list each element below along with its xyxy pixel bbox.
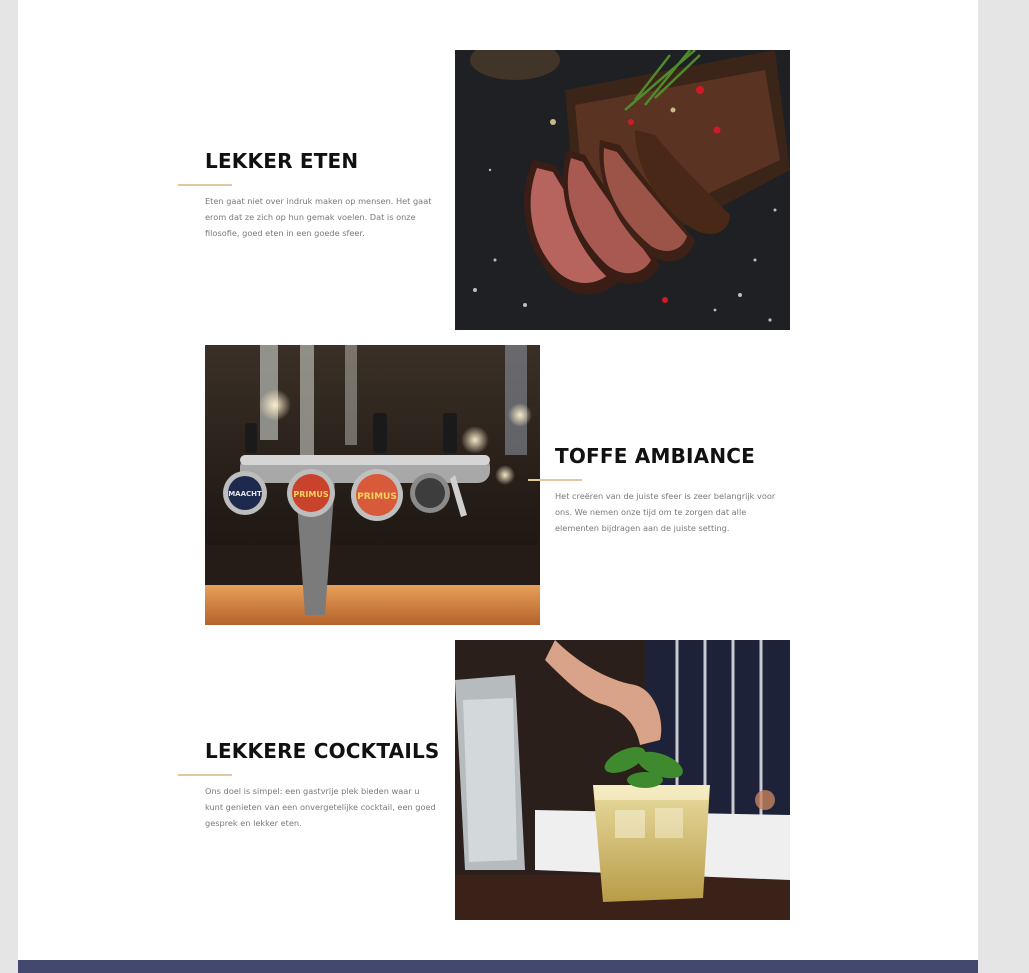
tap-label: MAACHT bbox=[228, 490, 262, 498]
accent-divider bbox=[178, 184, 232, 186]
accent-divider bbox=[528, 479, 582, 481]
section-title: TOFFE AMBIANCE bbox=[555, 444, 756, 468]
footer-bar bbox=[18, 960, 978, 973]
tap-label: PRIMUS bbox=[293, 490, 328, 499]
steak-photo bbox=[455, 50, 790, 330]
cocktail-photo bbox=[455, 640, 790, 920]
tap-label: PRIMUS bbox=[357, 492, 397, 502]
accent-divider bbox=[178, 774, 232, 776]
section-description: Het creëren van de juiste sfeer is zeer … bbox=[555, 491, 776, 534]
section-description: Ons doel is simpel: een gastvrije plek b… bbox=[205, 786, 436, 829]
section-title: LEKKER ETEN bbox=[205, 149, 359, 173]
section-title: LEKKERE COCKTAILS bbox=[205, 739, 440, 763]
section-description: Eten gaat niet over indruk maken op mens… bbox=[205, 196, 432, 239]
beer-taps-photo: MAACHT PRIMUS PRIMUS bbox=[205, 345, 540, 625]
